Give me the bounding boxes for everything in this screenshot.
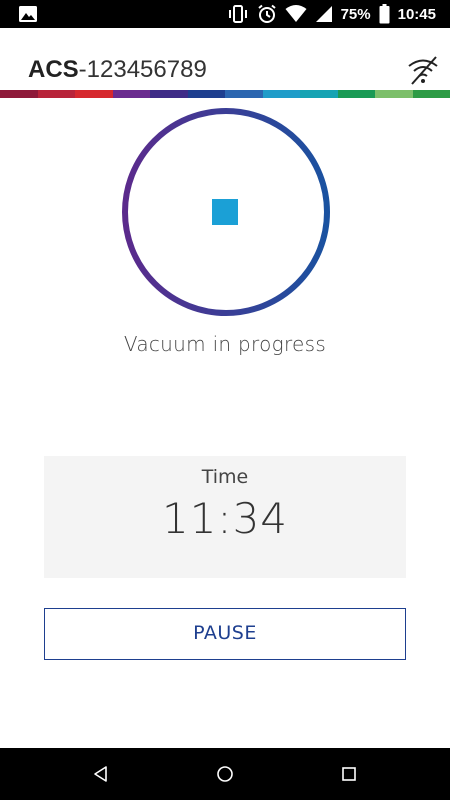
- app-header: ACS-123456789: [0, 28, 450, 90]
- brand-stripe-segment: [112, 90, 150, 98]
- brand-stripe-segment: [37, 90, 75, 98]
- brand-stripe-segment: [0, 90, 38, 98]
- wifi-off-icon[interactable]: [406, 54, 440, 86]
- vibrate-icon: [228, 5, 247, 23]
- status-text: Vacuum in progress: [123, 332, 327, 356]
- stop-button[interactable]: [212, 199, 238, 225]
- wifi-icon: [285, 5, 307, 22]
- recents-icon[interactable]: [337, 762, 361, 786]
- brand-stripe-segment: [150, 90, 188, 98]
- home-icon[interactable]: [213, 762, 237, 786]
- brand-stripe-segment: [187, 90, 225, 98]
- brand-stripe-segment: [262, 90, 300, 98]
- image-icon: [19, 6, 37, 22]
- status-bar: 75% 10:45: [0, 0, 450, 28]
- pause-button[interactable]: PAUSE: [44, 608, 406, 660]
- status-icons: 75% 10:45: [227, 0, 436, 28]
- cell-signal-icon: [315, 6, 332, 22]
- brand-stripe-segment: [412, 90, 450, 98]
- navigation-bar: [0, 748, 450, 800]
- brand-stripe: [0, 90, 450, 98]
- device-title: ACS-123456789: [28, 56, 207, 84]
- brand-stripe-segment: [75, 90, 113, 98]
- device-serial: -123456789: [78, 56, 207, 83]
- time-card: Time 11:34: [44, 456, 406, 578]
- brand-stripe-segment: [337, 90, 375, 98]
- back-icon[interactable]: [89, 762, 113, 786]
- battery-icon: [379, 4, 390, 24]
- time-value: 11:34: [161, 494, 289, 543]
- alarm-icon: [257, 4, 276, 23]
- time-label: Time: [201, 466, 249, 488]
- brand-stripe-segment: [225, 90, 263, 98]
- battery-percent: 75%: [340, 5, 371, 23]
- brand-stripe-segment: [375, 90, 413, 98]
- title-prefix: ACS: [28, 56, 79, 83]
- brand-stripe-segment: [300, 90, 338, 98]
- clock: 10:45: [397, 5, 436, 23]
